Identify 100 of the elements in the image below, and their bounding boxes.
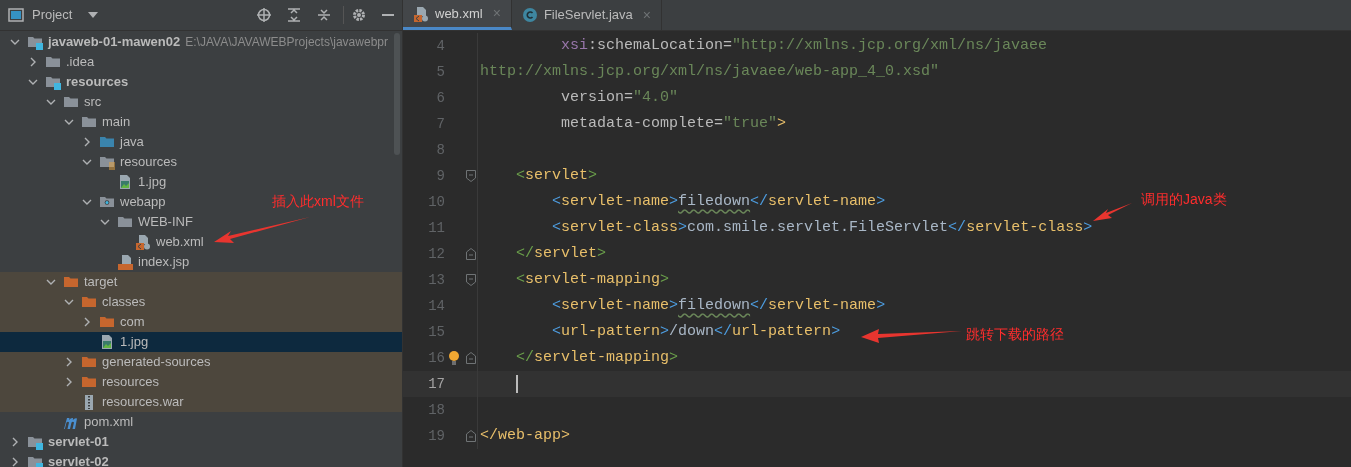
code-token: </ [516,347,534,368]
xml-file-icon [135,234,151,250]
chevron-right-icon[interactable] [64,357,74,367]
tree-item-label[interactable]: java [120,132,144,152]
code-token: < [552,217,561,238]
tree-item-label[interactable]: src [84,92,102,112]
line-number: 15 [427,322,445,342]
minimize-icon[interactable] [382,13,394,17]
annotation-label: 调用的Java类 [1141,190,1227,209]
expand-all-icon[interactable] [287,8,301,22]
chevron-down-icon[interactable] [64,117,74,127]
code-token: </ [714,321,733,342]
line-number: 9 [435,166,445,186]
dropdown-caret-icon[interactable] [88,12,99,18]
tree-item-label[interactable]: javaweb-01-mawen02 [48,32,181,52]
chevron-down-icon[interactable] [82,157,92,167]
code-token: > [678,217,688,238]
panel-icon [8,8,24,22]
tree-item-label[interactable]: 1.jpg [138,172,167,192]
tree-item-label[interactable]: pom.xml [84,412,134,432]
collapse-all-icon[interactable] [317,8,331,22]
module-folder-icon [27,454,43,467]
tree-item-label[interactable]: .idea [66,52,95,72]
code-token: < [516,269,525,290]
fold-marker-icon[interactable] [466,352,476,364]
chevron-down-icon[interactable] [46,277,56,287]
line-number: 11 [427,218,445,238]
chevron-down-icon[interactable] [28,77,38,87]
folder-icon [63,274,79,290]
fold-marker-icon[interactable] [466,170,476,182]
code-token: </web-app> [480,425,570,446]
fold-marker-icon[interactable] [466,274,476,286]
tree-item-label[interactable]: index.jsp [138,252,190,272]
chevron-right-icon[interactable] [64,377,74,387]
image-file-icon [99,334,115,350]
tree-item-label[interactable]: resources [120,152,178,172]
tree-row[interactable]: com [0,312,402,332]
tree-row[interactable]: 1.jpg [0,332,402,352]
code-token: servlet-class [966,217,1084,238]
fold-marker-icon[interactable] [466,248,476,260]
code-token: servlet-name [768,191,877,212]
folder-icon [99,134,115,150]
tree-item-label: 1.jpg [120,333,149,352]
code-token: servlet [534,243,598,264]
code-token: url-pattern [732,321,832,342]
tree-item-label[interactable]: webapp [120,192,166,212]
tree-row[interactable]: resources [0,372,402,392]
chevron-down-icon[interactable] [10,37,20,47]
tree-item-label[interactable]: web.xml [156,232,204,252]
code-token: "4.0" [633,87,679,108]
tree-row[interactable]: generated-sources [0,352,402,372]
code-token: servlet-name [561,191,670,212]
tree-row[interactable]: resources.war [0,392,402,412]
chevron-down-icon[interactable] [82,197,92,207]
chevron-right-icon[interactable] [10,457,20,467]
code-token: "http://xmlns.jcp.org/xml/ns/javaee [732,35,1048,56]
settings-icon[interactable] [352,8,366,22]
lightbulb-icon[interactable] [448,351,460,365]
chevron-down-icon[interactable] [46,97,56,107]
code-token: < [552,321,561,342]
chevron-down-icon[interactable] [100,217,110,227]
crosshair-icon[interactable] [257,8,271,22]
tree-item-label[interactable]: servlet-02 [48,452,109,467]
chevron-down-icon[interactable] [64,297,74,307]
code-token: > [588,165,598,186]
tree-row[interactable]: target [0,272,402,292]
xml-file-icon [413,5,429,22]
editor-tab[interactable]: web.xml × [403,0,512,30]
code-token: </ [516,243,534,264]
annotation-label: 插入此xml文件 [272,192,364,211]
tree-row[interactable]: classes [0,292,402,312]
code-token: servlet-mapping [534,347,670,368]
code-token: xsi [561,35,588,56]
tree-item-label[interactable]: servlet-01 [48,432,109,452]
code-token: > [876,191,886,212]
annotation-label: 跳转下载的路径 [966,325,1064,344]
line-number: 4 [435,36,445,56]
folder-icon [81,374,97,390]
code-token: </ [948,217,967,238]
code-token: > [669,191,679,212]
tree-item-label[interactable]: WEB-INF [138,212,193,232]
fold-marker-icon[interactable] [466,430,476,442]
tree-item-label[interactable]: main [102,112,131,132]
code-token: </ [750,295,769,316]
line-number: 13 [427,270,445,290]
tree-item-label[interactable]: resources [66,72,129,92]
tree-item-label: com [120,313,145,332]
editor-tab[interactable]: FileServlet.java × [511,0,662,30]
line-number: 8 [435,140,445,160]
code-token: > [660,321,670,342]
line-number: 10 [427,192,445,212]
chevron-right-icon[interactable] [28,57,38,67]
image-file-icon [117,174,133,190]
chevron-right-icon[interactable] [82,317,92,327]
chevron-right-icon[interactable] [82,137,92,147]
panel-title[interactable]: Project [32,5,73,25]
line-number: 18 [427,400,445,420]
chevron-right-icon[interactable] [10,437,20,447]
code-token: http://xmlns.jcp.org/xml/ns/javaee/web-app_4_0.xsd" [480,61,940,82]
tree-item-label: resources [102,373,160,392]
